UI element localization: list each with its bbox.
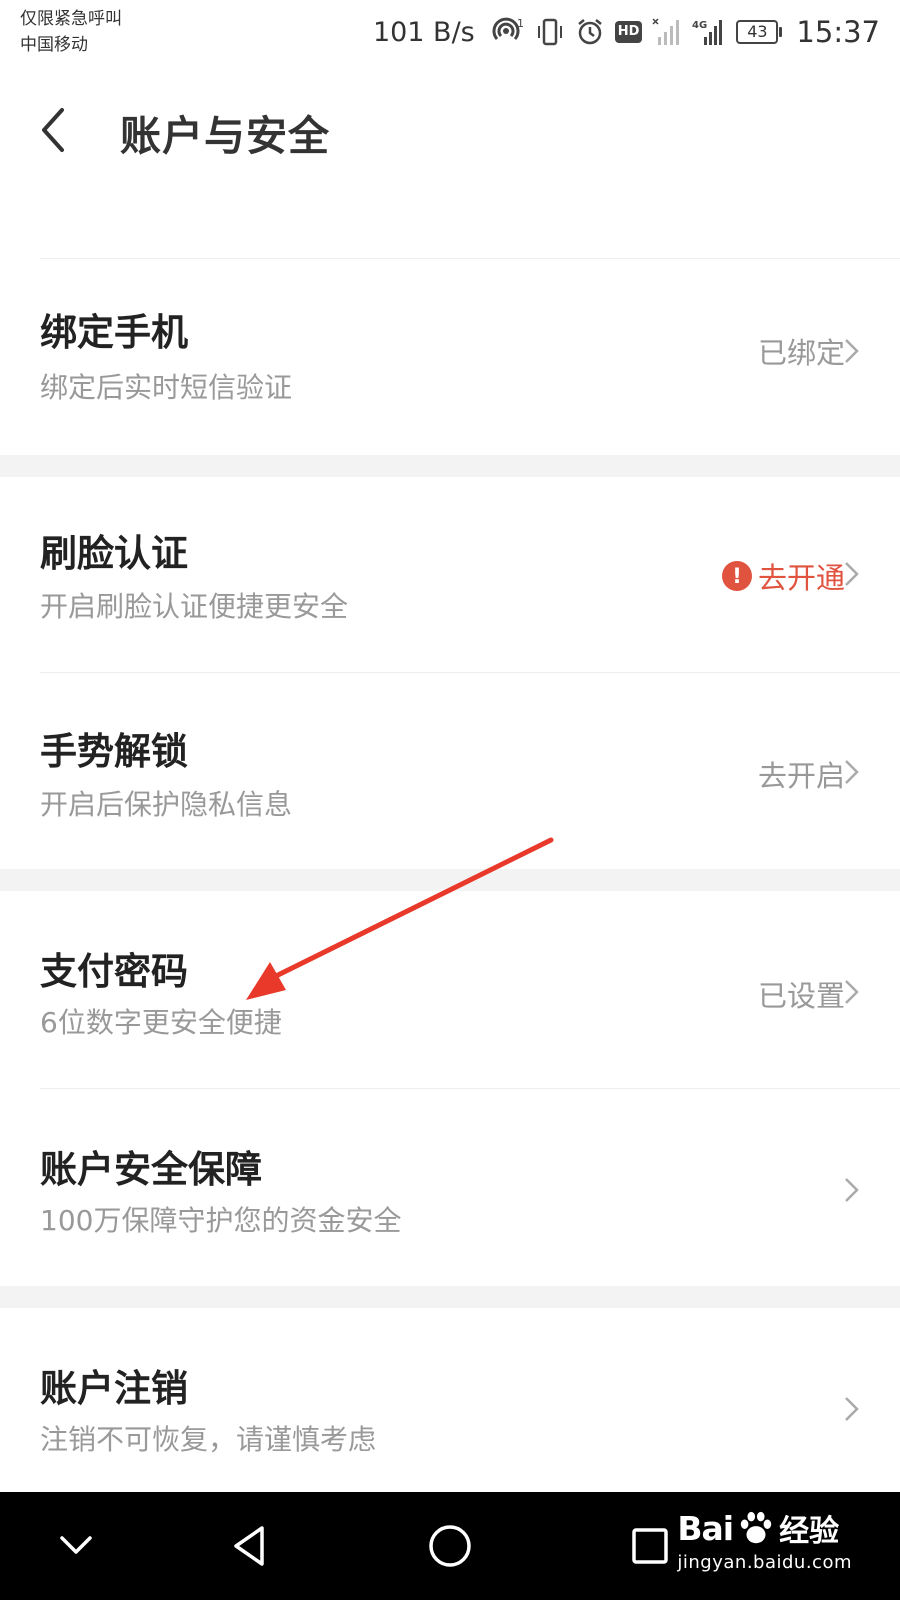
battery-tip: [779, 27, 783, 37]
baidu-jingyan-watermark: Bai 经验 jingyan.baidu.com: [677, 1506, 852, 1574]
status-bar: 仅限紧急呼叫 中国移动 101 B/s 1 HD 4G 43 15:37: [0, 0, 900, 64]
back-triangle-icon: [234, 1526, 264, 1566]
item-title: 支付密码: [40, 950, 188, 993]
watermark-brand-cn: 经验: [779, 1514, 840, 1549]
home-circle-icon: [429, 1525, 471, 1567]
watermark-url: jingyan.baidu.com: [677, 1552, 852, 1573]
item-subtitle: 100万保障守护您的资金安全: [40, 1204, 402, 1237]
list-item-bind-phone[interactable]: 绑定手机 绑定后实时短信验证 已绑定: [0, 260, 900, 455]
signal-icon-4g: 4G: [692, 17, 726, 47]
page-header: 账户与安全: [0, 64, 900, 196]
item-title: 刷脸认证: [40, 532, 188, 575]
item-title: 账户注销: [40, 1367, 188, 1410]
chevron-right-icon: [845, 1178, 859, 1202]
hotspot-count: 1: [517, 17, 524, 30]
nav-hide-button[interactable]: [46, 1516, 106, 1576]
item-status: 已绑定: [758, 330, 845, 372]
item-subtitle: 注销不可恢复，请谨慎考虑: [40, 1423, 377, 1456]
carrier-info: 仅限紧急呼叫 中国移动: [20, 6, 122, 58]
item-status: ! 去开通: [721, 555, 845, 597]
nav-home-button[interactable]: [420, 1516, 480, 1576]
status-text: 去开启: [757, 759, 845, 793]
alarm-icon: [575, 17, 605, 47]
warning-icon: !: [721, 561, 752, 591]
carrier-name: 中国移动: [20, 35, 88, 55]
nav-back-button[interactable]: [220, 1516, 280, 1576]
status-text: 已设置: [757, 979, 845, 1013]
chevron-left-icon: [42, 108, 64, 152]
back-button[interactable]: [30, 100, 80, 160]
system-nav-bar: Bai 经验 jingyan.baidu.com: [0, 1492, 900, 1600]
section-gap: [0, 869, 900, 891]
hotspot-icon: 1: [491, 17, 525, 47]
status-text: 已绑定: [757, 336, 845, 370]
item-title: 绑定手机: [40, 311, 188, 354]
paw-logo-icon: [740, 1511, 772, 1544]
hd-icon: HD: [614, 21, 643, 43]
vibrate-icon: [535, 17, 565, 47]
item-status: 去开启: [758, 753, 845, 795]
recents-square-icon: [632, 1528, 668, 1564]
status-text: 去开通: [757, 561, 845, 595]
carrier-emergency-text: 仅限紧急呼叫: [20, 9, 122, 29]
network-speed: 101 B/s: [372, 16, 475, 48]
battery-icon: 43: [736, 20, 783, 44]
list-item-account-protection[interactable]: 账户安全保障 100万保障守护您的资金安全: [0, 1089, 900, 1286]
clock: 15:37: [796, 15, 880, 49]
chevron-right-icon: [845, 980, 859, 1004]
settings-list: 绑定手机 绑定后实时短信验证 已绑定 刷脸认证 开启刷脸认证便捷更安全 ! 去开…: [0, 150, 900, 1492]
item-status: 已设置: [758, 973, 845, 1015]
item-subtitle: 开启刷脸认证便捷更安全: [40, 590, 349, 623]
item-subtitle: 6位数字更安全便捷: [40, 1006, 282, 1039]
item-subtitle: 绑定后实时短信验证: [40, 371, 293, 404]
chevron-right-icon: [845, 1397, 859, 1421]
network-type-label: 4G: [692, 20, 707, 31]
watermark-brand: Bai: [677, 1508, 734, 1548]
battery-level: 43: [736, 20, 779, 44]
page-title: 账户与安全: [120, 112, 330, 160]
item-subtitle: 开启后保护隐私信息: [40, 788, 293, 821]
list-item-account-cancel[interactable]: 账户注销 注销不可恢复，请谨慎考虑: [0, 1308, 900, 1492]
chevron-right-icon: [845, 760, 859, 784]
list-item-payment-password[interactable]: 支付密码 6位数字更安全便捷 已设置: [0, 891, 900, 1088]
status-icons: 101 B/s 1 HD 4G 43 15:37: [373, 12, 880, 52]
divider: [40, 258, 900, 259]
chevron-down-icon: [60, 1536, 92, 1554]
nav-recents-button[interactable]: [620, 1516, 680, 1576]
item-title: 账户安全保障: [40, 1148, 262, 1191]
list-item-gesture-unlock[interactable]: 手势解锁 开启后保护隐私信息 去开启: [0, 673, 900, 869]
section-gap: [0, 455, 900, 477]
chevron-right-icon: [845, 339, 859, 363]
signal-icon-sim1: [652, 17, 682, 47]
item-title: 手势解锁: [40, 730, 188, 773]
chevron-right-icon: [845, 562, 859, 586]
section-gap: [0, 1286, 900, 1308]
list-item-face-auth[interactable]: 刷脸认证 开启刷脸认证便捷更安全 ! 去开通: [0, 477, 900, 672]
